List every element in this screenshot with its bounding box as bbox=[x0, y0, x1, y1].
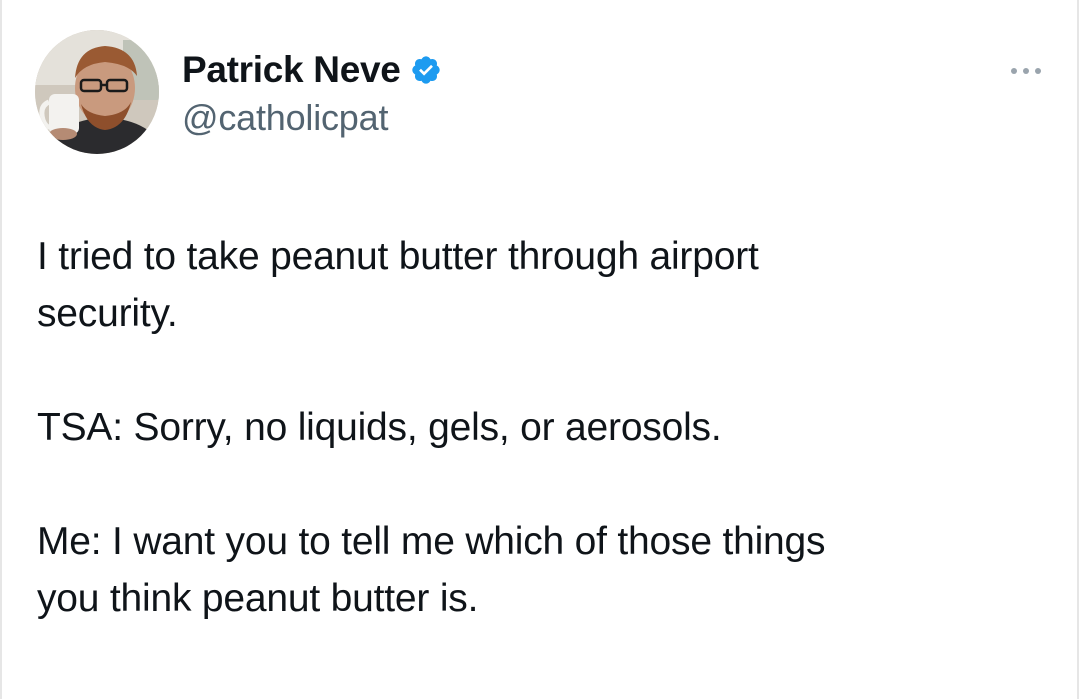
author-name-row: Patrick Neve bbox=[182, 46, 442, 94]
author-display-name[interactable]: Patrick Neve bbox=[182, 49, 401, 91]
author-handle[interactable]: @catholicpat bbox=[182, 97, 388, 139]
tweet-paragraph: I tried to take peanut butter through ai… bbox=[37, 235, 759, 335]
tweet-paragraph: TSA: Sorry, no liquids, gels, or aerosol… bbox=[37, 406, 722, 449]
tweet-text: I tried to take peanut butter through ai… bbox=[37, 228, 1047, 627]
more-dots-icon bbox=[1011, 68, 1041, 74]
tweet-card: Patrick Neve @catholicpat I tried to tak… bbox=[0, 0, 1079, 699]
tweet-paragraph: Me: I want you to tell me which of those… bbox=[37, 520, 826, 620]
author-avatar[interactable] bbox=[35, 30, 159, 154]
more-options-button[interactable] bbox=[1002, 56, 1050, 86]
verified-badge-icon[interactable] bbox=[410, 54, 442, 86]
avatar-photo-icon bbox=[35, 30, 159, 154]
